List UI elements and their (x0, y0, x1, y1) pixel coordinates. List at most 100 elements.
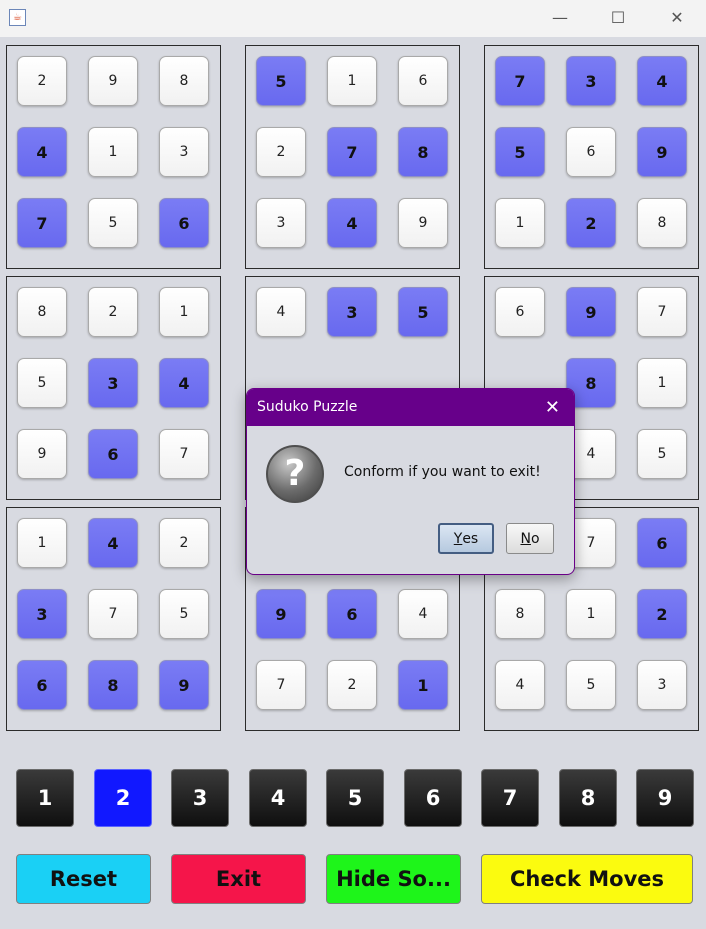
minimize-button[interactable]: — (540, 4, 580, 32)
dialog-title: Suduko Puzzle (257, 399, 358, 415)
sudoku-cell[interactable]: 8 (17, 287, 67, 337)
sudoku-cell[interactable]: 5 (566, 660, 616, 710)
sudoku-cell[interactable]: 1 (566, 589, 616, 639)
number-button-2[interactable]: 2 (94, 769, 152, 827)
java-cup-icon[interactable]: ☕ (9, 9, 26, 26)
sudoku-cell[interactable]: 9 (637, 127, 687, 177)
sudoku-cell[interactable]: 4 (398, 589, 448, 639)
yes-label-rest: es (462, 530, 479, 547)
sudoku-cell[interactable]: 6 (637, 518, 687, 568)
sudoku-cell[interactable]: 9 (88, 56, 138, 106)
sudoku-cell[interactable]: 4 (637, 56, 687, 106)
sudoku-cell[interactable]: 7 (88, 589, 138, 639)
sudoku-cell[interactable]: 1 (327, 56, 377, 106)
sudoku-cell[interactable]: 7 (495, 56, 545, 106)
sudoku-cell[interactable]: 6 (159, 198, 209, 248)
close-window-button[interactable]: ✕ (657, 4, 697, 32)
sudoku-cell[interactable]: 8 (637, 198, 687, 248)
sudoku-cell[interactable]: 4 (88, 518, 138, 568)
dialog-title-bar: Suduko Puzzle ✕ (247, 389, 574, 426)
sudoku-cell[interactable]: 3 (17, 589, 67, 639)
number-button-9[interactable]: 9 (636, 769, 694, 827)
hide-solution-button[interactable]: Hide So... (326, 854, 461, 904)
sudoku-cell[interactable]: 4 (256, 287, 306, 337)
sudoku-cell[interactable]: 6 (566, 127, 616, 177)
sudoku-box-2: 516 278 349 (245, 45, 460, 269)
sudoku-cell[interactable]: 6 (327, 589, 377, 639)
sudoku-cell[interactable]: 8 (88, 660, 138, 710)
sudoku-box-7: 142 375 689 (6, 507, 221, 731)
confirm-exit-dialog: Suduko Puzzle ✕ ? Conform if you want to… (246, 388, 575, 575)
sudoku-cell[interactable]: 2 (256, 127, 306, 177)
yes-mnemonic: Y (453, 530, 463, 547)
sudoku-cell[interactable]: 6 (495, 287, 545, 337)
sudoku-box-1: 298 413 756 (6, 45, 221, 269)
exit-button[interactable]: Exit (171, 854, 306, 904)
number-button-3[interactable]: 3 (171, 769, 229, 827)
sudoku-cell[interactable]: 5 (495, 127, 545, 177)
sudoku-cell[interactable]: 5 (159, 589, 209, 639)
sudoku-cell[interactable]: 3 (327, 287, 377, 337)
number-button-1[interactable]: 1 (16, 769, 74, 827)
sudoku-cell[interactable]: 3 (88, 358, 138, 408)
sudoku-cell[interactable]: 3 (159, 127, 209, 177)
number-button-7[interactable]: 7 (481, 769, 539, 827)
sudoku-cell[interactable]: 1 (17, 518, 67, 568)
sudoku-cell[interactable]: 2 (159, 518, 209, 568)
sudoku-cell[interactable]: 9 (256, 589, 306, 639)
sudoku-cell[interactable]: 4 (159, 358, 209, 408)
dialog-close-icon[interactable]: ✕ (545, 389, 560, 426)
sudoku-cell[interactable]: 4 (495, 660, 545, 710)
sudoku-cell[interactable]: 7 (17, 198, 67, 248)
sudoku-box-3: 734 569 128 (484, 45, 699, 269)
dialog-message: Conform if you want to exit! (344, 464, 541, 480)
sudoku-cell[interactable]: 9 (17, 429, 67, 479)
sudoku-cell[interactable]: 9 (398, 198, 448, 248)
sudoku-cell[interactable]: 1 (398, 660, 448, 710)
sudoku-cell[interactable]: 1 (88, 127, 138, 177)
sudoku-cell[interactable]: 3 (637, 660, 687, 710)
sudoku-cell[interactable]: 4 (327, 198, 377, 248)
number-button-8[interactable]: 8 (559, 769, 617, 827)
reset-button[interactable]: Reset (16, 854, 151, 904)
sudoku-cell[interactable]: 7 (327, 127, 377, 177)
sudoku-cell[interactable]: 1 (637, 358, 687, 408)
sudoku-cell[interactable]: 4 (17, 127, 67, 177)
number-button-5[interactable]: 5 (326, 769, 384, 827)
sudoku-cell[interactable]: 7 (159, 429, 209, 479)
sudoku-cell[interactable]: 5 (17, 358, 67, 408)
sudoku-cell[interactable]: 9 (159, 660, 209, 710)
check-moves-button[interactable]: Check Moves (481, 854, 693, 904)
sudoku-cell[interactable]: 7 (256, 660, 306, 710)
sudoku-cell[interactable]: 6 (88, 429, 138, 479)
sudoku-cell[interactable]: 8 (159, 56, 209, 106)
sudoku-box-4: 821 534 967 (6, 276, 221, 500)
sudoku-cell[interactable]: 8 (398, 127, 448, 177)
yes-button[interactable]: Yes (438, 523, 494, 554)
sudoku-cell[interactable]: 2 (88, 287, 138, 337)
no-mnemonic: N (520, 530, 531, 547)
sudoku-cell[interactable]: 5 (88, 198, 138, 248)
number-button-4[interactable]: 4 (249, 769, 307, 827)
sudoku-cell[interactable]: 2 (327, 660, 377, 710)
sudoku-cell[interactable]: 2 (17, 56, 67, 106)
sudoku-cell[interactable]: 5 (637, 429, 687, 479)
sudoku-cell[interactable]: 6 (398, 56, 448, 106)
sudoku-cell[interactable]: 2 (637, 589, 687, 639)
maximize-button[interactable]: ☐ (598, 4, 638, 32)
sudoku-cell[interactable]: 8 (495, 589, 545, 639)
sudoku-cell[interactable]: 7 (637, 287, 687, 337)
sudoku-cell[interactable]: 1 (159, 287, 209, 337)
sudoku-cell[interactable]: 5 (256, 56, 306, 106)
sudoku-cell[interactable]: 9 (566, 287, 616, 337)
sudoku-cell[interactable]: 3 (566, 56, 616, 106)
sudoku-cell[interactable]: 5 (398, 287, 448, 337)
sudoku-cell[interactable]: 2 (566, 198, 616, 248)
no-button[interactable]: No (506, 523, 554, 554)
number-button-6[interactable]: 6 (404, 769, 462, 827)
question-icon: ? (266, 445, 324, 503)
no-label-rest: o (530, 530, 540, 547)
sudoku-cell[interactable]: 1 (495, 198, 545, 248)
sudoku-cell[interactable]: 3 (256, 198, 306, 248)
sudoku-cell[interactable]: 6 (17, 660, 67, 710)
